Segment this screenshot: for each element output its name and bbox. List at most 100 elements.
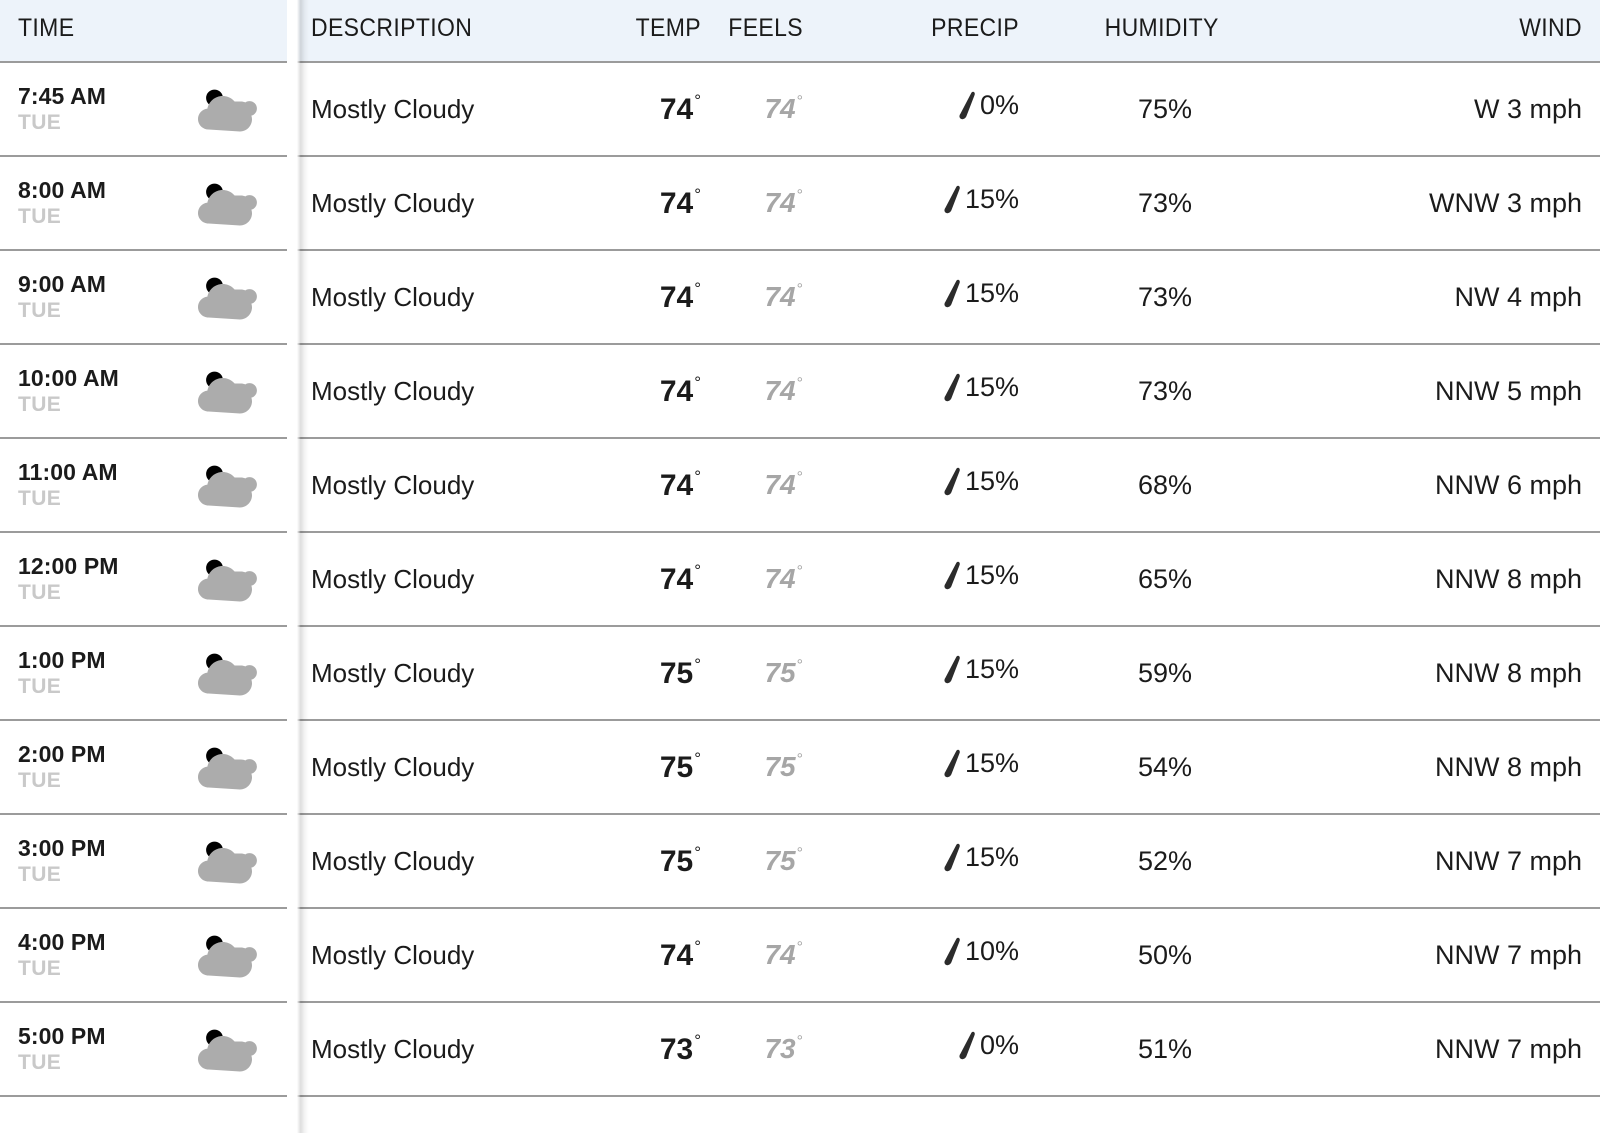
cell-partial	[1097, 1096, 1272, 1119]
table-row[interactable]: 2:00 PM TUE Mostly Cloudy 75° 75° 15% 54…	[0, 720, 1600, 815]
table-row[interactable]: 9:00 AM TUE Mostly Cloudy 74° 74° 15% 73…	[0, 250, 1600, 345]
cell-temp: 74°	[617, 250, 717, 345]
row-wind: NW 4 mph	[1454, 281, 1582, 312]
table-row-partial[interactable]	[0, 1096, 1600, 1119]
row-humidity: 73%	[1137, 187, 1192, 218]
column-header-precip-label: PRECIP	[931, 14, 1019, 42]
cell-wind: NW 4 mph	[1272, 250, 1600, 345]
table-row[interactable]: 4:00 PM TUE Mostly Cloudy 74° 74° 10% 50…	[0, 908, 1600, 1003]
cell-partial	[617, 1096, 717, 1119]
row-feels: 74	[764, 187, 796, 218]
raindrop-icon	[944, 561, 960, 589]
table-row[interactable]: 11:00 AM TUE Mostly Cloudy 74° 74° 15% 6…	[0, 438, 1600, 533]
raindrop-icon	[944, 279, 960, 307]
row-feels: 73	[764, 1033, 796, 1064]
cell-wind: NNW 8 mph	[1272, 720, 1600, 815]
cell-time: 7:45 AM TUE	[0, 62, 287, 157]
raindrop-icon	[959, 1031, 975, 1059]
feels-degree-symbol: °	[796, 469, 803, 486]
cell-wind: NNW 8 mph	[1272, 626, 1600, 721]
cell-temp: 74°	[617, 438, 717, 533]
row-feels: 75	[764, 751, 796, 782]
row-precip: 0%	[979, 1030, 1019, 1061]
column-header-humidity[interactable]: HUMIDITY	[1097, 0, 1272, 63]
table-row[interactable]: 1:00 PM TUE Mostly Cloudy 75° 75° 15% 59…	[0, 626, 1600, 721]
cell-feels: 74°	[717, 250, 907, 345]
sun-behind-cloud-icon	[198, 935, 257, 978]
column-header-description[interactable]: DESCRIPTION	[287, 0, 617, 63]
feels-degree-symbol: °	[796, 187, 803, 204]
column-header-temp-label: TEMP	[635, 14, 701, 42]
cell-wind: WNW 3 mph	[1272, 156, 1600, 251]
row-wind: NNW 7 mph	[1434, 845, 1582, 876]
row-day: TUE	[18, 862, 62, 886]
table-row[interactable]: 5:00 PM TUE Mostly Cloudy 73° 73° 0% 51%…	[0, 1002, 1600, 1097]
sun-behind-cloud-icon	[198, 653, 257, 696]
feels-degree-symbol: °	[796, 939, 803, 956]
row-humidity: 68%	[1137, 469, 1192, 500]
column-header-description-label: DESCRIPTION	[311, 14, 473, 42]
feels-degree-symbol: °	[796, 1033, 803, 1050]
column-header-time[interactable]: TIME	[0, 0, 287, 63]
cell-time: 11:00 AM TUE	[0, 438, 287, 533]
row-temp: 74	[659, 187, 694, 220]
row-precip: 15%	[964, 372, 1019, 403]
row-feels: 74	[764, 939, 796, 970]
cell-partial	[287, 1096, 617, 1119]
cell-feels: 75°	[717, 720, 907, 815]
cell-precip: 15%	[907, 532, 1097, 627]
row-day: TUE	[18, 580, 62, 604]
raindrop-icon	[944, 185, 960, 213]
table-row[interactable]: 3:00 PM TUE Mostly Cloudy 75° 75° 15% 52…	[0, 814, 1600, 909]
row-wind: NNW 5 mph	[1434, 375, 1582, 406]
row-humidity: 52%	[1137, 845, 1192, 876]
cell-wind: NNW 8 mph	[1272, 532, 1600, 627]
row-temp: 74	[659, 939, 694, 972]
cell-time: 3:00 PM TUE	[0, 814, 287, 909]
temp-degree-symbol: °	[694, 843, 701, 862]
row-time: 2:00 PM	[18, 741, 106, 768]
cell-temp: 75°	[617, 626, 717, 721]
table-row[interactable]: 10:00 AM TUE Mostly Cloudy 74° 74° 15% 7…	[0, 344, 1600, 439]
row-time: 1:00 PM	[18, 647, 106, 674]
cell-temp: 75°	[617, 814, 717, 909]
cell-feels: 75°	[717, 814, 907, 909]
table-row[interactable]: 7:45 AM TUE Mostly Cloudy 74° 74° 0% 75%…	[0, 62, 1600, 157]
header-row: TIME DESCRIPTION TEMP FEELS PRECIP HUMID…	[0, 0, 1600, 63]
row-feels: 74	[764, 563, 796, 594]
column-header-temp[interactable]: TEMP	[617, 0, 717, 63]
column-header-time-label: TIME	[18, 14, 75, 42]
row-humidity: 65%	[1137, 563, 1192, 594]
raindrop-icon	[944, 373, 960, 401]
table-body: 7:45 AM TUE Mostly Cloudy 74° 74° 0% 75%…	[0, 62, 1600, 1119]
row-day: TUE	[18, 486, 62, 510]
cell-time: 4:00 PM TUE	[0, 908, 287, 1003]
row-feels: 75	[764, 657, 796, 688]
table-row[interactable]: 12:00 PM TUE Mostly Cloudy 74° 74° 15% 6…	[0, 532, 1600, 627]
row-time: 9:00 AM	[18, 271, 107, 298]
column-header-wind[interactable]: WIND	[1272, 0, 1600, 63]
feels-degree-symbol: °	[796, 281, 803, 298]
cell-temp: 74°	[617, 532, 717, 627]
temp-degree-symbol: °	[694, 467, 701, 486]
column-header-feels-label: FEELS	[728, 14, 803, 42]
sun-behind-cloud-icon	[198, 277, 257, 320]
row-description: Mostly Cloudy	[311, 93, 475, 124]
row-temp: 74	[659, 281, 694, 314]
row-humidity: 54%	[1137, 751, 1192, 782]
column-header-precip[interactable]: PRECIP	[907, 0, 1097, 63]
row-feels: 75	[764, 845, 796, 876]
row-wind: NNW 7 mph	[1434, 939, 1582, 970]
row-day: TUE	[18, 956, 62, 980]
cell-precip: 15%	[907, 720, 1097, 815]
cell-feels: 74°	[717, 156, 907, 251]
temp-degree-symbol: °	[694, 91, 701, 110]
column-header-wind-label: WIND	[1519, 14, 1582, 42]
row-precip: 15%	[964, 466, 1019, 497]
row-wind: W 3 mph	[1473, 93, 1582, 124]
row-temp: 75	[659, 657, 694, 690]
feels-degree-symbol: °	[796, 845, 803, 862]
column-header-feels[interactable]: FEELS	[717, 0, 907, 63]
cell-precip: 10%	[907, 908, 1097, 1003]
table-row[interactable]: 8:00 AM TUE Mostly Cloudy 74° 74° 15% 73…	[0, 156, 1600, 251]
